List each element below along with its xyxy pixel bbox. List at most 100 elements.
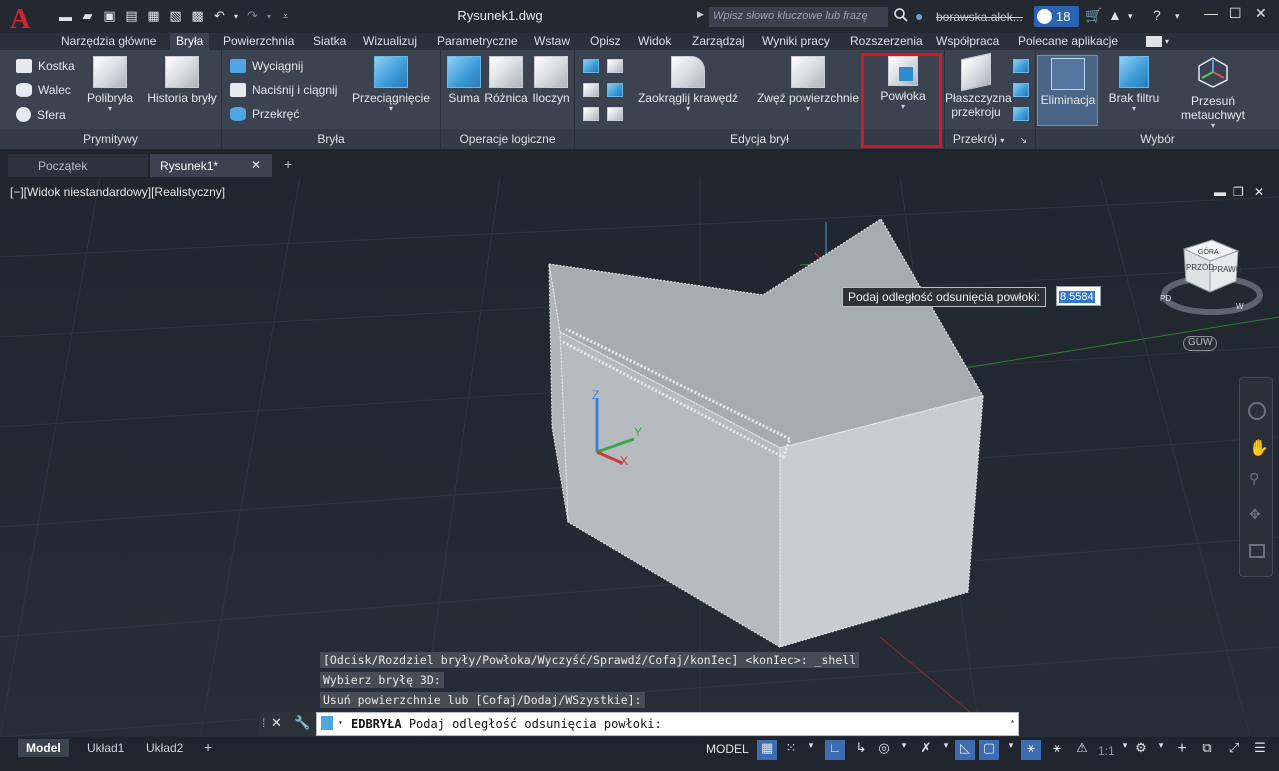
steering-wheel-icon[interactable] <box>1248 402 1266 420</box>
command-close-icon[interactable]: ✕ <box>271 715 282 731</box>
workspace-dropdown-icon[interactable]: ▾ <box>1151 740 1171 760</box>
zwez-powierzchnie-button[interactable]: Zwęź powierzchnie ▾ <box>756 56 860 113</box>
tab-widok[interactable]: Widok <box>638 33 671 50</box>
brak-filtru-dropdown-icon[interactable]: ▾ <box>1104 105 1164 113</box>
eliminacja-button[interactable]: Eliminacja <box>1038 58 1098 107</box>
close-icon[interactable]: ✕ <box>1255 5 1267 22</box>
search-input[interactable]: Wpisz słowo kluczowe lub frazę <box>709 7 888 27</box>
polibryla-dropdown-icon[interactable]: ▾ <box>84 105 136 113</box>
plaszczyzna-przekroju-button[interactable]: Płaszczyzna przekroju <box>945 52 1012 119</box>
auto-scale-icon[interactable]: ⚹ <box>1047 740 1067 760</box>
pan-icon[interactable]: ✋ <box>1249 438 1269 458</box>
viewport-minimize-icon[interactable]: ▬ <box>1214 185 1226 199</box>
polar-tracking-icon[interactable]: ↳ <box>851 740 871 760</box>
zaokraglij-krawedz-button[interactable]: Zaokrąglij krawędź ▾ <box>637 56 739 113</box>
brak-filtru-button[interactable]: Brak filtru ▾ <box>1104 56 1164 113</box>
annotation-scale-value[interactable]: 1:1 <box>1098 744 1115 758</box>
ucs-dropdown-icon[interactable]: ▾ <box>1001 740 1021 760</box>
add-jog-icon[interactable] <box>1013 83 1029 97</box>
object-snap-tracking-icon[interactable]: ✗ <box>916 740 936 760</box>
historia-bryly-button[interactable]: Historia bryły <box>145 56 219 105</box>
tab-bryla[interactable]: Bryła <box>170 33 210 50</box>
annotation-monitor-icon[interactable]: + <box>1172 740 1192 760</box>
viewport-restore-icon[interactable]: ❐ <box>1233 185 1244 199</box>
command-input[interactable]: ▾ EDBRYŁA Podaj odległość odsunięcia pow… <box>316 712 1019 736</box>
command-grip-icon[interactable]: ⁞ <box>262 716 265 730</box>
wcs-menu[interactable]: GUW <box>1183 336 1218 351</box>
new-file-tab-icon[interactable]: + <box>284 156 292 172</box>
user-name[interactable]: borawska.alek... <box>936 10 1023 24</box>
tab-siatka[interactable]: Siatka <box>313 33 346 50</box>
osnap-dropdown-icon[interactable]: ▾ <box>936 740 956 760</box>
search-expand-icon[interactable]: ▶ <box>697 9 704 20</box>
tab-parametryczne[interactable]: Parametryczne <box>437 33 518 50</box>
tab-wyniki-pracy[interactable]: Wyniki pracy <box>762 33 830 50</box>
przeciagniecie-dropdown-icon[interactable]: ▾ <box>350 105 432 113</box>
offset-edge-icon[interactable] <box>583 83 599 97</box>
orbit-icon[interactable]: ✥ <box>1249 506 1261 523</box>
cart-icon[interactable]: 🛒 <box>1085 7 1102 24</box>
tab-wspolpraca[interactable]: Współpraca <box>936 33 999 50</box>
snap-dropdown-icon[interactable]: ▾ <box>801 740 821 760</box>
live-section-icon[interactable] <box>1013 59 1029 73</box>
suma-button[interactable]: Suma <box>445 56 483 105</box>
customization-menu-icon[interactable]: ☰ <box>1250 740 1270 760</box>
przesun-metauchwyt-button[interactable]: Przesuń metauchwyt ▾ <box>1176 56 1250 130</box>
nacisnij-i-ciagnij-button[interactable]: Naciśnij i ciągnij <box>230 83 337 97</box>
file-tab-close-icon[interactable]: ✕ <box>251 158 261 172</box>
grid-display-icon[interactable]: ▦ <box>757 740 777 760</box>
ribbon-display-toggle-icon[interactable] <box>1146 36 1162 47</box>
przeciagniecie-button[interactable]: Przeciągnięcie ▾ <box>350 56 432 113</box>
units-icon[interactable]: ⧉ <box>1197 740 1217 760</box>
tab-rozszerzenia[interactable]: Rozszerzenia <box>850 33 923 50</box>
autodesk-app-icon[interactable]: ▲ <box>1108 7 1122 23</box>
viewport-close-icon[interactable]: ✕ <box>1254 185 1264 199</box>
dynamic-input-field[interactable]: 8.5584 <box>1056 286 1101 306</box>
user-icon[interactable]: ● <box>915 8 923 24</box>
generate-section-icon[interactable] <box>1013 107 1029 121</box>
zwez-dropdown-icon[interactable]: ▾ <box>756 105 860 113</box>
dynamic-ucs-icon[interactable]: ▢ <box>979 740 999 760</box>
layout-tab-model[interactable]: Model <box>18 739 69 757</box>
kostka-button[interactable]: Kostka <box>16 59 75 73</box>
tab-powierzchnia[interactable]: Powierzchnia <box>223 33 294 50</box>
clean-screen-icon[interactable]: ⤢ <box>1224 740 1244 760</box>
command-scroll-up-icon[interactable]: ▴ <box>1010 716 1015 725</box>
sfera-button[interactable]: Sfera <box>16 107 66 122</box>
tab-wizualizuj[interactable]: Wizualizuj <box>363 33 417 50</box>
przekrec-button[interactable]: Przekręć <box>230 107 299 121</box>
zaokraglij-dropdown-icon[interactable]: ▾ <box>637 105 739 113</box>
help-dropdown-icon[interactable]: ▾ <box>1175 11 1180 22</box>
showmotion-icon[interactable] <box>1249 544 1265 558</box>
tab-polecane-aplikacje[interactable]: Polecane aplikacje <box>1018 33 1118 50</box>
tab-wstaw[interactable]: Wstaw <box>534 33 570 50</box>
object-snap-icon[interactable]: ◺ <box>955 740 975 760</box>
command-customize-icon[interactable]: 🔧 <box>294 715 310 731</box>
tab-narzedzia-glowne[interactable]: Narzędzia główne <box>61 33 156 50</box>
ortho-mode-icon[interactable]: ∟ <box>825 740 845 760</box>
polibryla-button[interactable]: Polibryła ▾ <box>84 56 136 113</box>
przekroj-dialog-launcher-icon[interactable]: ↘ <box>1020 135 1028 145</box>
model-space-toggle[interactable]: MODEL <box>706 742 749 756</box>
file-tab-start[interactable]: Początek <box>8 154 148 177</box>
isometric-drafting-icon[interactable]: ◎ <box>874 740 894 760</box>
layout-tab-uklad1[interactable]: Układ1 <box>79 739 132 757</box>
separate-icon[interactable] <box>607 83 623 97</box>
roznica-button[interactable]: Różnica <box>484 56 528 105</box>
tab-zarzadzaj[interactable]: Zarządzaj <box>692 33 745 50</box>
command-recent-dropdown-icon[interactable]: ▾ <box>338 718 343 727</box>
help-icon[interactable]: ? <box>1153 7 1161 23</box>
annotation-visibility-icon[interactable]: ⚹ <box>1021 740 1041 760</box>
viewport-controls-label[interactable]: [−][Widok niestandardowy][Realistyczny] <box>10 185 225 199</box>
snap-mode-icon[interactable]: ⁙ <box>781 740 801 760</box>
extract-edges-icon[interactable] <box>583 59 599 73</box>
workspace-gear-icon[interactable]: ⚙ <box>1131 740 1151 760</box>
wyciagnij-button[interactable]: Wyciągnij <box>230 59 303 73</box>
przekroj-panel-dropdown-icon[interactable]: ▾ <box>1000 136 1004 145</box>
add-layout-icon[interactable]: + <box>196 737 220 755</box>
iloczyn-button[interactable]: Iloczyn <box>530 56 572 105</box>
annotation-scale-icon[interactable]: ⚠ <box>1072 740 1092 760</box>
zoom-icon[interactable]: ⚲ <box>1249 470 1259 487</box>
layout-tab-uklad2[interactable]: Układ2 <box>138 739 191 757</box>
tab-opisz[interactable]: Opisz <box>590 33 621 50</box>
